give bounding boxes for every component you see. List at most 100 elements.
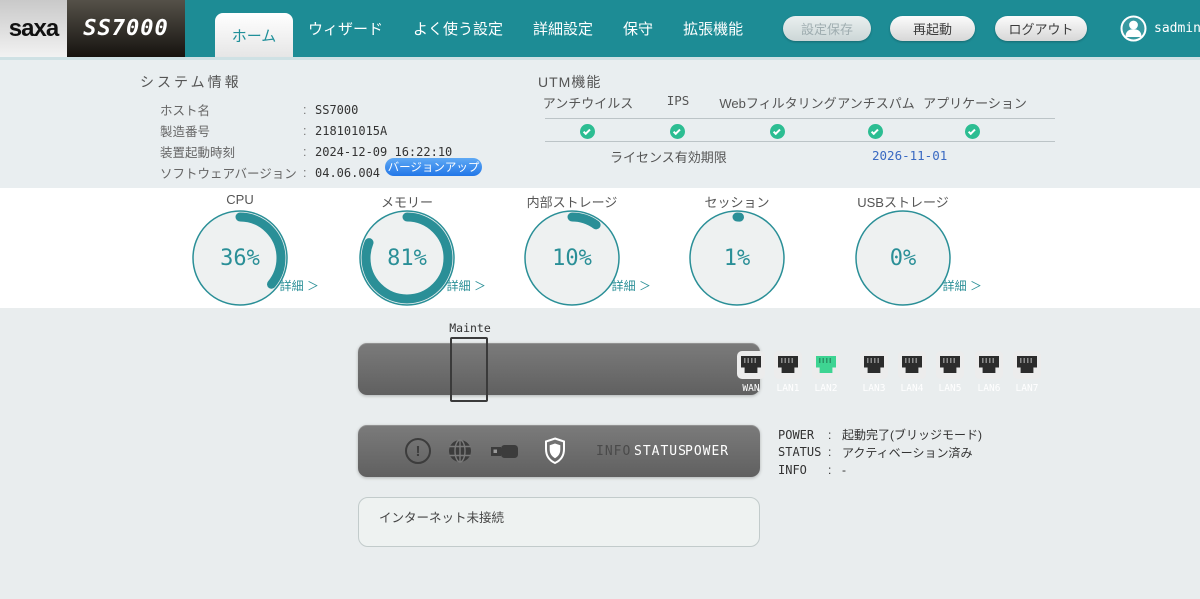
utm-title: UTM機能 <box>538 72 601 92</box>
gauge-label: CPU <box>157 192 323 207</box>
ethernet-port-active-icon <box>812 351 840 379</box>
license-date: 2026-11-01 <box>872 148 947 163</box>
version-up-button[interactable]: バージョンアップ <box>385 158 482 176</box>
save-settings-button[interactable]: 設定保存 <box>783 16 871 41</box>
tab-detail-settings[interactable]: 詳細設定 <box>518 0 608 57</box>
memory-detail-link[interactable]: 詳細 ＞ <box>447 277 486 294</box>
admin-dashboard: saxa SS7000 ホーム ウィザード よく使う設定 詳細設定 保守 拡張機… <box>0 0 1200 599</box>
port-label: LAN2 <box>807 383 845 394</box>
row-label: ソフトウェアバージョン <box>160 163 303 182</box>
colon: : <box>303 124 315 138</box>
status-row-label: STATUS <box>778 445 828 459</box>
list-item: STATUS : アクティベーション済み <box>778 444 982 462</box>
check-icon <box>770 124 785 139</box>
ethernet-port-icon <box>860 351 888 379</box>
colon: : <box>828 428 842 442</box>
reboot-button[interactable]: 再起動 <box>890 16 975 41</box>
ethernet-port-icon <box>774 351 802 379</box>
colon: : <box>303 103 315 117</box>
tab-wizard[interactable]: ウィザード <box>293 0 398 57</box>
check-icon <box>868 124 883 139</box>
mainte-label: Mainte <box>448 321 492 335</box>
shield-icon <box>544 437 566 465</box>
colon: : <box>828 463 842 477</box>
chevron-right-icon: ＞ <box>970 279 982 293</box>
check-icon <box>670 124 685 139</box>
info-led-label: INFO <box>596 444 631 459</box>
port-label: LAN1 <box>769 383 807 394</box>
colon: : <box>828 445 842 459</box>
indicator-panel: ! INFO STATUS POWER <box>358 425 760 477</box>
main-nav: ホーム ウィザード よく使う設定 詳細設定 保守 拡張機能 <box>215 0 758 57</box>
chevron-right-icon: ＞ <box>639 279 651 293</box>
tab-maintenance[interactable]: 保守 <box>608 0 668 57</box>
logout-button[interactable]: ログアウト <box>995 16 1087 41</box>
user-menu[interactable]: sadmin <box>1120 15 1200 42</box>
status-led-label: STATUS <box>634 444 687 459</box>
message-text: インターネット未接続 <box>379 511 504 525</box>
port-label: LAN7 <box>1008 383 1046 394</box>
boot-time-value: 2024-12-09 16:22:10 <box>315 145 452 159</box>
gauge-value: 1% <box>687 208 787 308</box>
ethernet-port-icon <box>737 351 765 379</box>
gauge-memory: メモリー 81% 詳細 ＞ <box>324 188 490 308</box>
list-item: INFO : - <box>778 461 982 479</box>
port-label: LAN5 <box>931 383 969 394</box>
gauge-value: 0% <box>853 208 953 308</box>
chevron-right-icon: ＞ <box>474 279 486 293</box>
usb-icon <box>490 438 520 464</box>
status-row-label: INFO <box>778 463 828 477</box>
system-info-title: システム情報 <box>140 72 242 92</box>
power-led-label: POWER <box>685 444 729 459</box>
ethernet-port-icon <box>898 351 926 379</box>
activation-status-value: アクティベーション済み <box>842 444 972 461</box>
info-section: システム情報 ホスト名 : SS7000 製造番号 : 218101015A 装… <box>0 57 1200 188</box>
cpu-detail-link[interactable]: 詳細 ＞ <box>280 277 319 294</box>
gauge-sessions: セッション 1% <box>654 188 820 308</box>
port-label: WAN <box>732 383 770 394</box>
port-lan4: LAN4 <box>893 351 931 394</box>
tab-extensions[interactable]: 拡張機能 <box>668 0 758 57</box>
alert-glyph: ! <box>416 443 421 460</box>
usb-detail-link[interactable]: 詳細 ＞ <box>943 277 982 294</box>
row-label: 装置起動時刻 <box>160 142 303 161</box>
ports-panel: WAN LAN1 LAN2 LAN3 LAN4 LAN5 <box>358 343 760 395</box>
port-lan1: LAN1 <box>769 351 807 394</box>
status-row-label: POWER <box>778 428 828 442</box>
utm-feature-application: アプリケーション <box>915 93 1035 112</box>
gauge-cpu: CPU 36% 詳細 ＞ <box>157 188 323 308</box>
ethernet-port-icon <box>975 351 1003 379</box>
top-navbar: saxa SS7000 ホーム ウィザード よく使う設定 詳細設定 保守 拡張機… <box>0 0 1200 57</box>
gauge-value: 81% <box>357 208 457 308</box>
serial-value: 218101015A <box>315 124 387 138</box>
port-lan6: LAN6 <box>970 351 1008 394</box>
hostname-value: SS7000 <box>315 103 358 117</box>
chevron-right-icon: ＞ <box>307 279 319 293</box>
mainte-port-highlight <box>450 337 488 402</box>
sw-version-value: 04.06.004 <box>315 166 380 180</box>
tab-home[interactable]: ホーム <box>215 13 293 57</box>
gauge-internal-storage: 内部ストレージ 10% 詳細 ＞ <box>489 188 655 308</box>
gauge-value: 36% <box>190 208 290 308</box>
port-label: LAN3 <box>855 383 893 394</box>
license-label: ライセンス有効期限 <box>610 147 727 166</box>
row-label: ホスト名 <box>160 100 303 119</box>
info-status-value: - <box>842 463 846 477</box>
gauge-value: 10% <box>522 208 622 308</box>
model-text: SS7000 <box>83 16 168 41</box>
tab-frequent-settings[interactable]: よく使う設定 <box>398 0 518 57</box>
storage-detail-link[interactable]: 詳細 ＞ <box>612 277 651 294</box>
gauges-section: CPU 36% 詳細 ＞ メモリー 81% 詳細 ＞ 内部ストレージ 10% <box>0 188 1200 308</box>
globe-icon <box>447 438 473 464</box>
list-item: POWER : 起動完了(ブリッジモード) <box>778 426 982 444</box>
port-label: LAN4 <box>893 383 931 394</box>
divider <box>545 141 1055 142</box>
port-lan5: LAN5 <box>931 351 969 394</box>
table-row: 製造番号 : 218101015A <box>160 120 452 141</box>
port-label: LAN6 <box>970 383 1008 394</box>
port-lan2: LAN2 <box>807 351 845 394</box>
colon: : <box>303 166 315 180</box>
port-wan: WAN <box>732 351 770 394</box>
device-status-list: POWER : 起動完了(ブリッジモード) STATUS : アクティベーション… <box>778 426 982 479</box>
ethernet-port-icon <box>936 351 964 379</box>
